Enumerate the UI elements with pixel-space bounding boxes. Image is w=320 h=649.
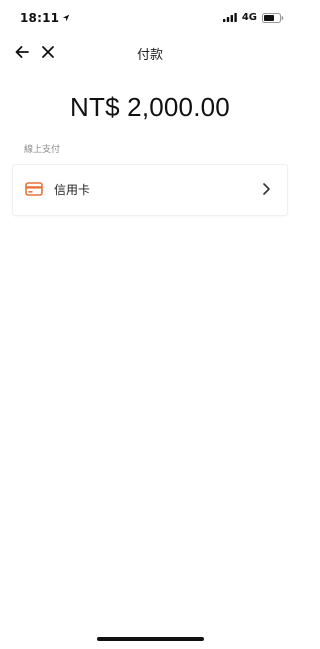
payment-method-credit-card[interactable]: 信用卡: [12, 164, 288, 216]
nav-bar: 付款: [0, 38, 300, 68]
credit-card-icon: [25, 182, 43, 196]
status-indicators: 4G: [222, 12, 284, 23]
payment-amount: NT$ 2,000.00: [70, 92, 230, 122]
network-type: 4G: [241, 12, 257, 23]
status-time-group: 18:11: [20, 11, 70, 25]
signal-icon: [222, 13, 237, 22]
location-arrow-icon: [63, 14, 70, 22]
battery-icon: [262, 12, 284, 23]
chevron-right-icon: [263, 183, 270, 195]
payment-method-label: 信用卡: [54, 183, 91, 197]
status-bar: 18:11 4G: [0, 0, 300, 36]
home-indicator[interactable]: [97, 637, 204, 641]
status-time: 18:11: [20, 11, 60, 25]
section-label-online-payment: 線上支付: [24, 145, 61, 155]
page-title: 付款: [136, 48, 163, 63]
